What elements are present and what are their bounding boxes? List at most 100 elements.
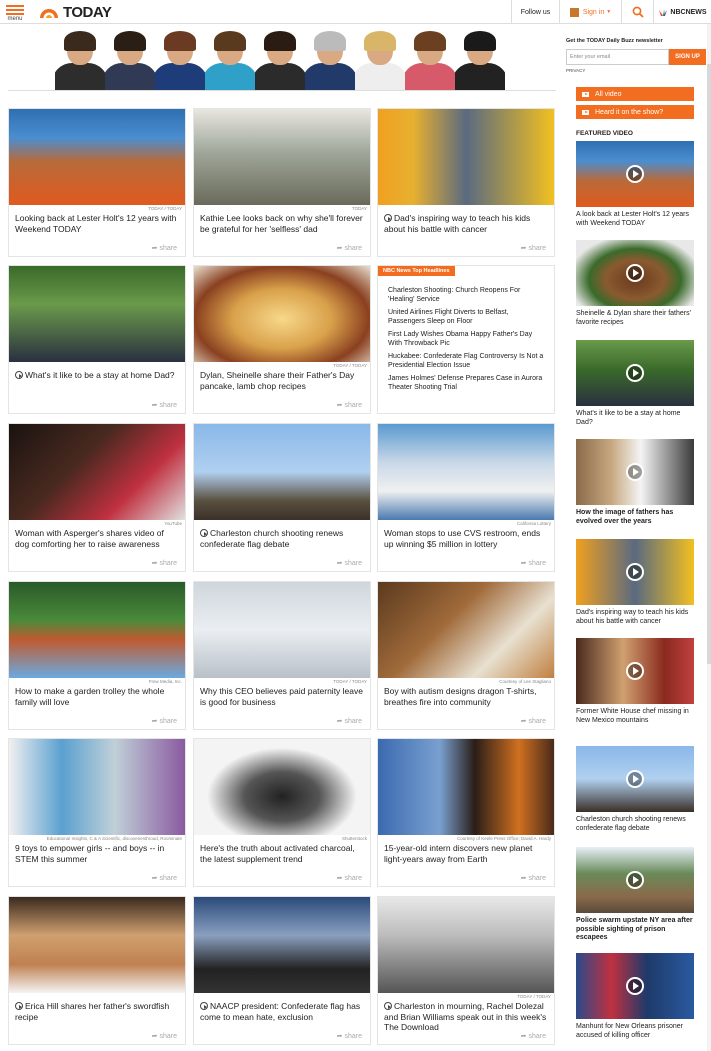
video-caption[interactable]: How the image of fathers has evolved ove… [576, 509, 694, 526]
story-card[interactable]: TODAY / TODAY Dylan, Sheinelle share thei… [193, 265, 371, 414]
story-title[interactable]: Here's the truth about activated charcoa… [200, 843, 365, 864]
video-thumbnail[interactable] [576, 953, 694, 1019]
story-image[interactable] [378, 582, 554, 678]
story-image[interactable] [378, 897, 554, 993]
share-button[interactable]: ➦ share [521, 244, 546, 252]
video-caption[interactable]: Dad's inspiring way to teach his kids ab… [576, 609, 694, 626]
story-title[interactable]: 15-year-old intern discovers new planet … [384, 843, 549, 864]
play-icon[interactable] [626, 264, 644, 282]
story-card[interactable]: Shutterstock Here's the truth about activ… [193, 738, 371, 887]
play-icon[interactable] [626, 977, 644, 995]
featured-video-item[interactable]: Former White House chef missing in New M… [576, 638, 694, 725]
story-image[interactable] [9, 109, 185, 205]
story-card[interactable]: California Lottery Woman stops to use CVS… [377, 423, 555, 572]
headline-link[interactable]: United Airlines Flight Diverts to Belfas… [388, 309, 546, 326]
scrollbar-thumb[interactable] [707, 64, 711, 664]
featured-video-item[interactable]: A look back at Lester Holt's 12 years wi… [576, 141, 694, 228]
video-caption[interactable]: Police swarm upstate NY area after possi… [576, 917, 694, 943]
story-card[interactable]: TODAY / TODAY Why this CEO believes paid … [193, 581, 371, 730]
story-image[interactable] [9, 582, 185, 678]
story-card[interactable]: What's it like to be a stay at home Dad?… [8, 265, 186, 414]
story-image[interactable] [9, 739, 185, 835]
play-icon[interactable] [626, 165, 644, 183]
story-image[interactable] [378, 424, 554, 520]
story-title[interactable]: Woman with Asperger's shares video of do… [15, 528, 180, 549]
featured-video-item[interactable]: Charleston church shooting renews confed… [576, 746, 694, 833]
video-thumbnail[interactable] [576, 340, 694, 406]
story-title[interactable]: Looking back at Lester Holt's 12 years w… [15, 213, 180, 234]
share-button[interactable]: ➦ share [337, 401, 362, 409]
story-image[interactable] [9, 897, 185, 993]
story-title[interactable]: Erica Hill shares her father's swordfish… [15, 1001, 180, 1022]
share-button[interactable]: ➦ share [521, 1032, 546, 1040]
share-button[interactable]: ➦ share [152, 559, 177, 567]
video-thumbnail[interactable] [576, 539, 694, 605]
share-button[interactable]: ➦ share [152, 401, 177, 409]
story-image[interactable] [9, 266, 185, 362]
story-image[interactable] [194, 897, 370, 993]
video-caption[interactable]: Former White House chef missing in New M… [576, 708, 694, 725]
video-thumbnail[interactable] [576, 847, 694, 913]
share-button[interactable]: ➦ share [337, 244, 362, 252]
story-card[interactable]: TODAY / TODAY Charleston in mourning, Rac… [377, 896, 555, 1045]
story-image[interactable] [194, 739, 370, 835]
share-button[interactable]: ➦ share [152, 717, 177, 725]
play-icon[interactable] [626, 662, 644, 680]
story-title[interactable]: Charleston in mourning, Rachel Dolezal a… [384, 1001, 549, 1033]
video-caption[interactable]: Manhunt for New Orleans prisoner accused… [576, 1023, 694, 1040]
play-icon[interactable] [626, 463, 644, 481]
featured-video-item[interactable]: Sheinelle & Dylan share their fathers' f… [576, 240, 694, 327]
video-caption[interactable]: What's it like to be a stay at home Dad? [576, 410, 694, 427]
play-icon[interactable] [626, 770, 644, 788]
story-image[interactable] [378, 739, 554, 835]
story-image[interactable] [9, 424, 185, 520]
video-thumbnail[interactable] [576, 439, 694, 505]
video-thumbnail[interactable] [576, 141, 694, 207]
video-caption[interactable]: Sheinelle & Dylan share their fathers' f… [576, 310, 694, 327]
story-image[interactable] [194, 424, 370, 520]
share-button[interactable]: ➦ share [337, 559, 362, 567]
story-title[interactable]: NAACP president: Confederate flag has co… [200, 1001, 365, 1022]
share-button[interactable]: ➦ share [521, 874, 546, 882]
sign-in-button[interactable]: Sign in ▼ [559, 0, 621, 24]
share-button[interactable]: ➦ share [152, 874, 177, 882]
sign-up-button[interactable]: SIGN UP [669, 49, 706, 65]
story-title[interactable]: Why this CEO believes paid paternity lea… [200, 686, 365, 707]
story-card[interactable]: Charleston church shooting renews confed… [193, 423, 371, 572]
story-card[interactable]: NAACP president: Confederate flag has co… [193, 896, 371, 1045]
story-card[interactable]: Courtesy of Lee Stagliano Boy with autism… [377, 581, 555, 730]
story-image[interactable] [194, 109, 370, 205]
email-field[interactable]: Enter your email [566, 49, 669, 65]
share-button[interactable]: ➦ share [337, 717, 362, 725]
video-thumbnail[interactable] [576, 638, 694, 704]
video-thumbnail[interactable] [576, 240, 694, 306]
story-card[interactable]: Courtesy of Keele Press Office; David A.… [377, 738, 555, 887]
story-title[interactable]: Kathie Lee looks back on why she'll fore… [200, 213, 365, 234]
story-card[interactable]: Erica Hill shares her father's swordfish… [8, 896, 186, 1045]
video-caption[interactable]: Charleston church shooting renews confed… [576, 816, 694, 833]
story-card[interactable]: Dad's inspiring way to teach his kids ab… [377, 108, 555, 257]
scrollbar[interactable] [707, 24, 711, 1051]
featured-video-item[interactable]: What's it like to be a stay at home Dad? [576, 340, 694, 427]
story-title[interactable]: Dylan, Sheinelle share their Father's Da… [200, 370, 365, 391]
featured-video-item[interactable]: Police swarm upstate NY area after possi… [576, 847, 694, 943]
featured-video-item[interactable]: Dad's inspiring way to teach his kids ab… [576, 539, 694, 626]
story-title[interactable]: Boy with autism designs dragon T-shirts,… [384, 686, 549, 707]
share-button[interactable]: ➦ share [521, 717, 546, 725]
menu-button[interactable]: menu [6, 3, 24, 22]
story-title[interactable]: Woman stops to use CVS restroom, ends up… [384, 528, 549, 549]
featured-video-item[interactable]: Manhunt for New Orleans prisoner accused… [576, 953, 694, 1040]
heard-on-show-button[interactable]: Heard it on the show? [576, 105, 694, 119]
story-title[interactable]: What's it like to be a stay at home Dad? [15, 370, 180, 381]
headline-link[interactable]: Huckabee: Confederate Flag Controversy I… [388, 353, 546, 370]
story-image[interactable] [194, 582, 370, 678]
headline-link[interactable]: First Lady Wishes Obama Happy Father's D… [388, 331, 546, 348]
all-video-button[interactable]: All video [576, 87, 694, 101]
hosts-banner[interactable] [55, 26, 505, 91]
share-button[interactable]: ➦ share [337, 1032, 362, 1040]
story-card[interactable]: Frew Media, Inc. How to make a garden tro… [8, 581, 186, 730]
headline-link[interactable]: James Holmes' Defense Prepares Case in A… [388, 375, 546, 392]
featured-video-item[interactable]: How the image of fathers has evolved ove… [576, 439, 694, 526]
video-thumbnail[interactable] [576, 746, 694, 812]
share-button[interactable]: ➦ share [521, 559, 546, 567]
